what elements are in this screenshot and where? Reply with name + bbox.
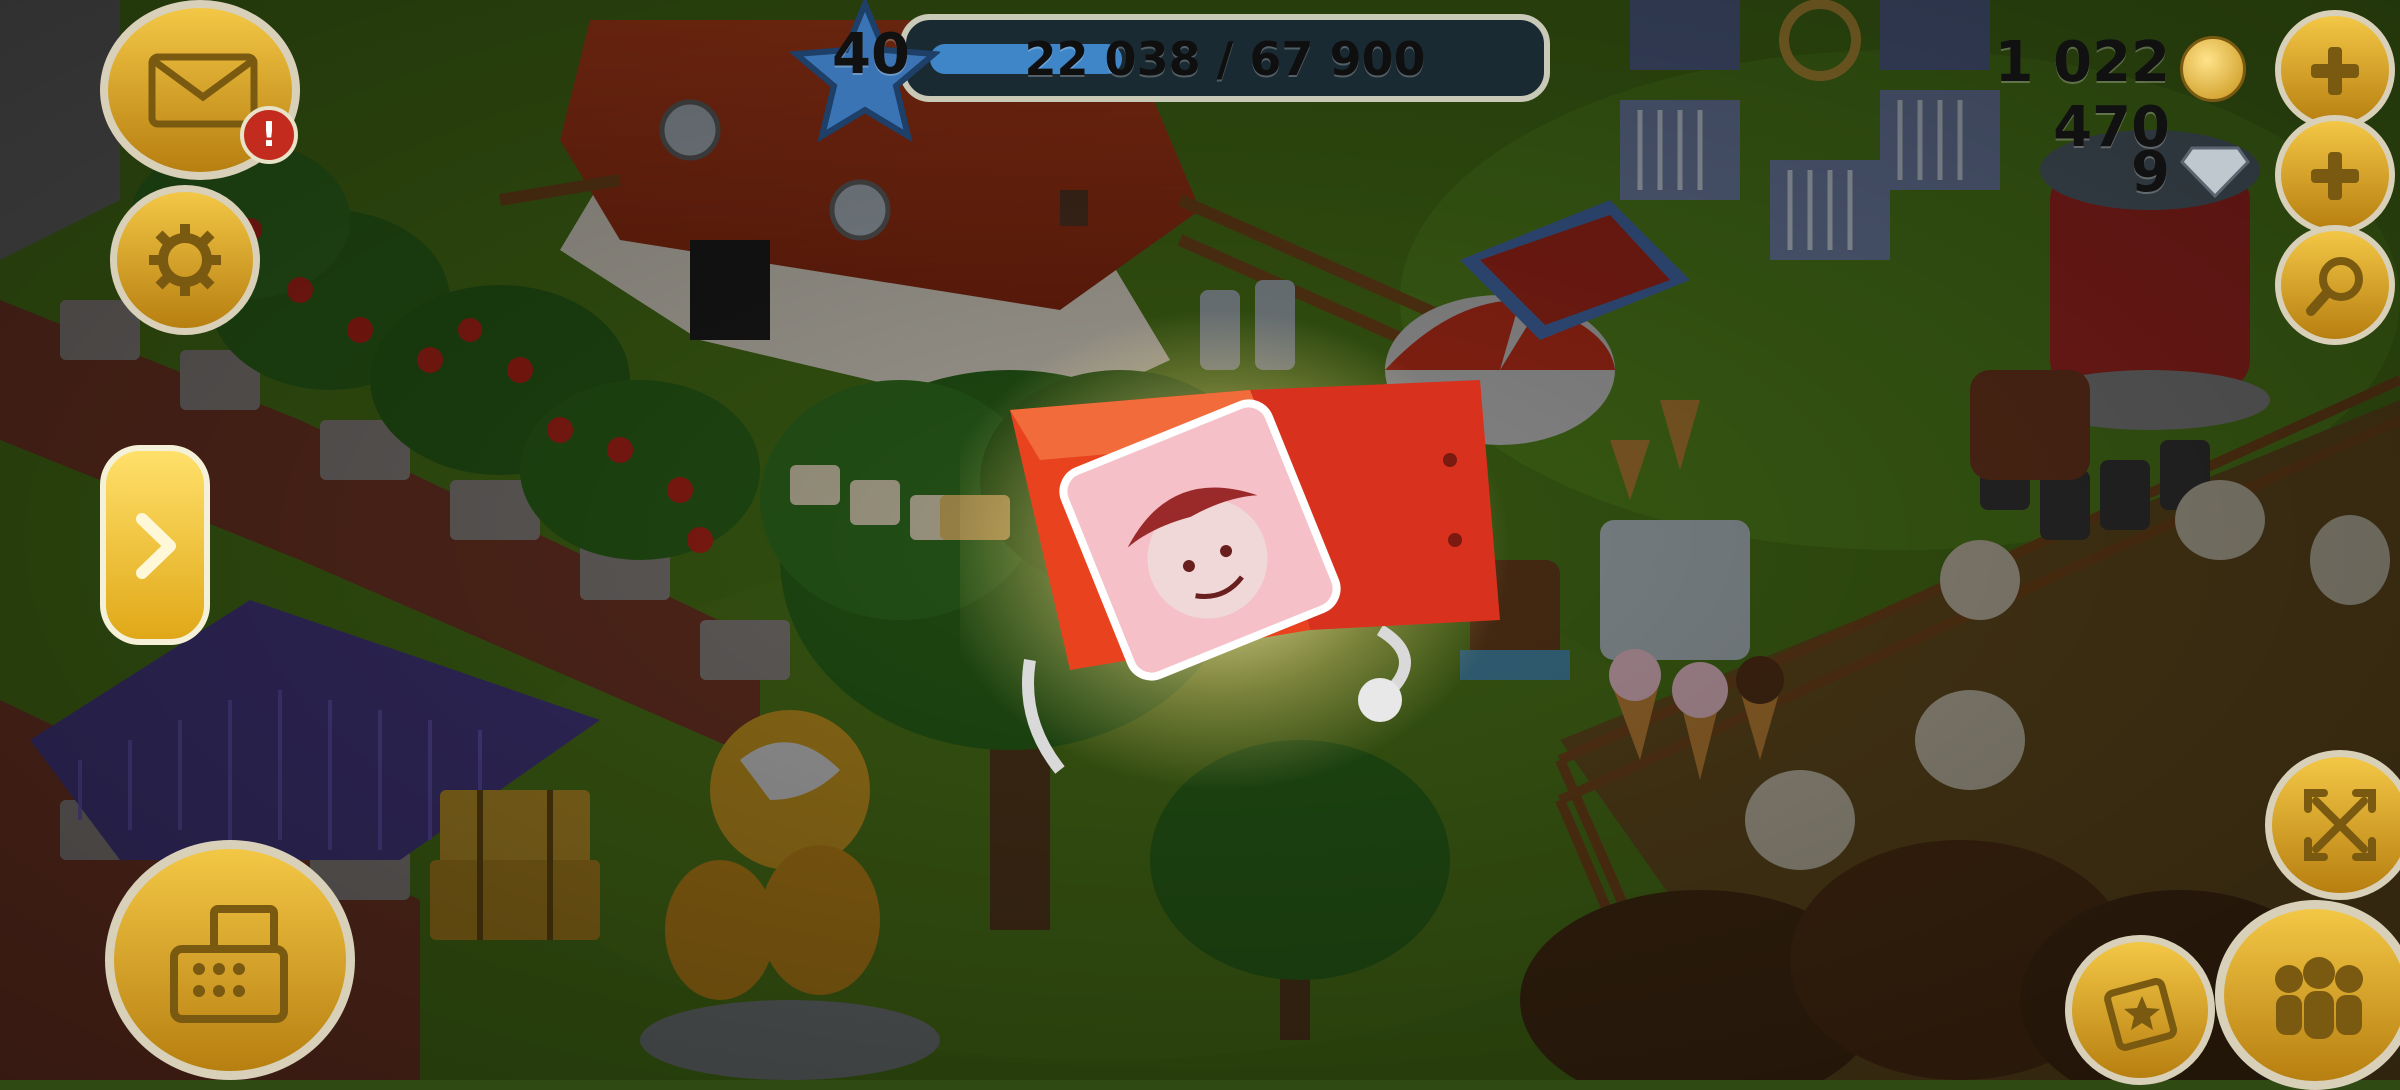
star-card-icon bbox=[2104, 978, 2178, 1051]
mail-alert-badge: ! bbox=[240, 106, 298, 164]
envelope-icon bbox=[148, 53, 258, 128]
chevron-right-icon bbox=[136, 513, 176, 579]
add-diamonds-button[interactable] bbox=[2275, 115, 2395, 235]
mail-alert-text: ! bbox=[261, 115, 277, 155]
coin-icon bbox=[2180, 36, 2246, 102]
add-coins-button[interactable] bbox=[2275, 10, 2395, 130]
gear-icon bbox=[149, 224, 221, 296]
settings-button[interactable] bbox=[110, 185, 260, 335]
expand-side-panel-button[interactable] bbox=[100, 445, 210, 645]
level-number: 40 bbox=[832, 22, 910, 87]
magnifier-icon bbox=[2306, 257, 2363, 316]
expand-arrows-icon bbox=[2304, 789, 2376, 861]
xp-text: 22 038 / 67 900 bbox=[1024, 32, 1426, 86]
cash-register-icon bbox=[170, 905, 288, 1023]
friends-button[interactable] bbox=[2215, 900, 2400, 1090]
padlock bbox=[1358, 678, 1402, 722]
friends-icon bbox=[2275, 957, 2363, 1039]
roadside-shop-button[interactable] bbox=[105, 840, 355, 1080]
diamond-count: 9 bbox=[2131, 140, 2170, 205]
collection-book-button[interactable] bbox=[2065, 935, 2215, 1085]
xp-bar[interactable]: 22 038 / 67 900 bbox=[900, 14, 1550, 102]
search-button[interactable] bbox=[2275, 225, 2395, 345]
reward-chest[interactable] bbox=[960, 300, 1540, 820]
diamond-icon bbox=[2180, 146, 2250, 198]
